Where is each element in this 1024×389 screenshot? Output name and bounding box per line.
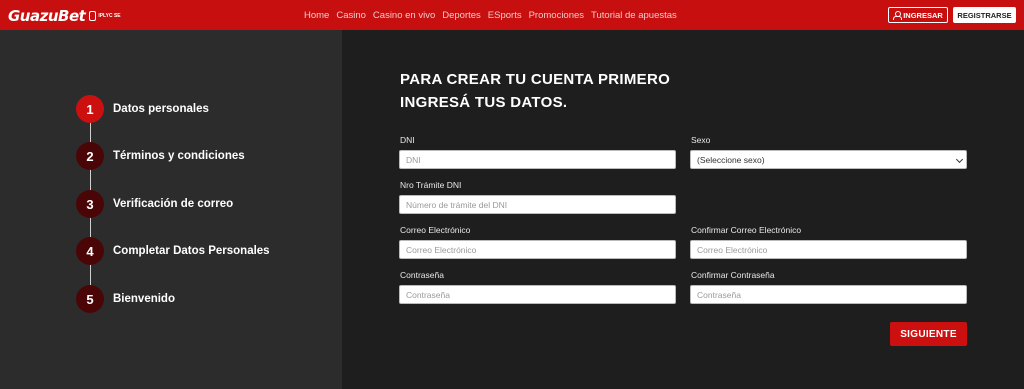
password-confirm-label: Confirmar Contraseña [691, 270, 775, 280]
step-number: 3 [76, 190, 104, 218]
sexo-selected-value: (Seleccione sexo) [697, 154, 765, 165]
seal-icon [89, 11, 97, 21]
register-button[interactable]: REGISTRARSE [953, 7, 1016, 23]
step-number: 2 [76, 142, 104, 170]
nav-item-deportes[interactable]: Deportes [442, 10, 481, 21]
tramite-label: Nro Trámite DNI [400, 180, 462, 190]
dni-label: DNI [400, 135, 415, 145]
nav-item-home[interactable]: Home [304, 10, 329, 21]
sexo-select[interactable]: (Seleccione sexo) [690, 150, 967, 169]
form-title-line1: PARA CREAR TU CUENTA PRIMERO [400, 71, 671, 88]
step-label: Verificación de correo [113, 198, 234, 210]
nav-item-casino-en-vivo[interactable]: Casino en vivo [373, 10, 435, 21]
step-number: 5 [76, 285, 104, 313]
dni-input[interactable]: DNI [399, 150, 676, 169]
step-5: 5 Bienvenido [76, 285, 175, 313]
login-label: INGRESAR [903, 10, 943, 20]
chevron-down-icon [955, 155, 964, 164]
form-title: PARA CREAR TU CUENTA PRIMERO INGRESÁ TUS… [400, 68, 670, 114]
email-confirm-input[interactable]: Correo Electrónico [690, 240, 967, 259]
logo-text: GuazuBet [8, 7, 86, 25]
main-nav: Home Casino Casino en vivo Deportes ESpo… [304, 0, 677, 30]
step-label: Datos personales [113, 103, 209, 115]
badge-text: IPLYC SE [98, 12, 121, 19]
nav-item-esports[interactable]: ESports [488, 10, 522, 21]
step-1: 1 Datos personales [76, 95, 209, 123]
form-title-line2: INGRESÁ TUS DATOS. [400, 94, 568, 111]
step-label: Bienvenido [113, 293, 175, 305]
user-icon [893, 11, 903, 20]
email-label: Correo Electrónico [400, 225, 471, 235]
step-3: 3 Verificación de correo [76, 190, 233, 218]
email-input[interactable]: Correo Electrónico [399, 240, 676, 259]
step-2: 2 Términos y condiciones [76, 142, 245, 170]
email-confirm-label: Confirmar Correo Electrónico [691, 225, 802, 235]
step-number: 4 [76, 237, 104, 265]
nav-item-promociones[interactable]: Promociones [529, 10, 584, 21]
brand-logo[interactable]: GuazuBet IPLYC SE [8, 7, 121, 25]
next-button[interactable]: SIGUIENTE [890, 322, 967, 346]
top-navbar: GuazuBet IPLYC SE Home Casino Casino en … [0, 0, 1024, 30]
step-number: 1 [76, 95, 104, 123]
password-label: Contraseña [400, 270, 444, 280]
tramite-input[interactable]: Número de trámite del DNI [399, 195, 676, 214]
nav-item-tutorial[interactable]: Tutorial de apuestas [591, 10, 677, 21]
step-4: 4 Completar Datos Personales [76, 237, 270, 265]
sexo-label: Sexo [691, 135, 711, 145]
password-confirm-input[interactable]: Contraseña [690, 285, 967, 304]
step-label: Completar Datos Personales [113, 245, 270, 257]
password-input[interactable]: Contraseña [399, 285, 676, 304]
license-badge: IPLYC SE [89, 11, 121, 21]
nav-item-casino[interactable]: Casino [336, 10, 366, 21]
login-button[interactable]: INGRESAR [888, 7, 948, 23]
step-label: Términos y condiciones [113, 150, 245, 162]
